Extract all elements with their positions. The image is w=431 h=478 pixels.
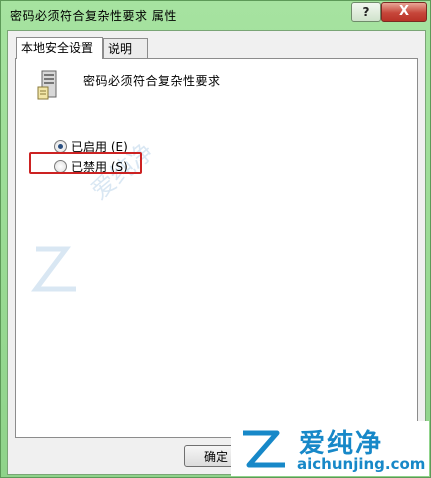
dialog-client-area: 本地安全设置 说明 密码必须符合复杂性要求 爱纯净 已启用 (E) 已禁用 (S… bbox=[7, 30, 426, 475]
policy-title: 密码必须符合复杂性要求 bbox=[83, 74, 221, 88]
window-title: 密码必须符合复杂性要求 属性 bbox=[10, 9, 177, 23]
server-policy-icon bbox=[37, 70, 57, 100]
watermark-url: aichunjing.com bbox=[297, 455, 426, 473]
close-button[interactable]: X bbox=[381, 2, 427, 22]
help-button[interactable]: ? bbox=[351, 2, 381, 22]
tab-explain[interactable]: 说明 bbox=[103, 38, 148, 58]
watermark-faint: 爱纯净 bbox=[26, 137, 186, 319]
brand-logo-icon bbox=[243, 430, 285, 468]
watermark-logo-icon bbox=[31, 246, 76, 292]
tab-panel: 密码必须符合复杂性要求 爱纯净 已启用 (E) 已禁用 (S) bbox=[15, 58, 418, 438]
tab-local-security-setting[interactable]: 本地安全设置 bbox=[16, 37, 103, 59]
watermark-badge: 爱纯净 aichunjing.com bbox=[231, 421, 429, 476]
highlight-box bbox=[29, 152, 142, 174]
title-bar[interactable]: 密码必须符合复杂性要求 属性 ? X bbox=[1, 1, 430, 29]
properties-window: 密码必须符合复杂性要求 属性 ? X 本地安全设置 说明 密码必须符合复杂性要求… bbox=[0, 0, 431, 478]
